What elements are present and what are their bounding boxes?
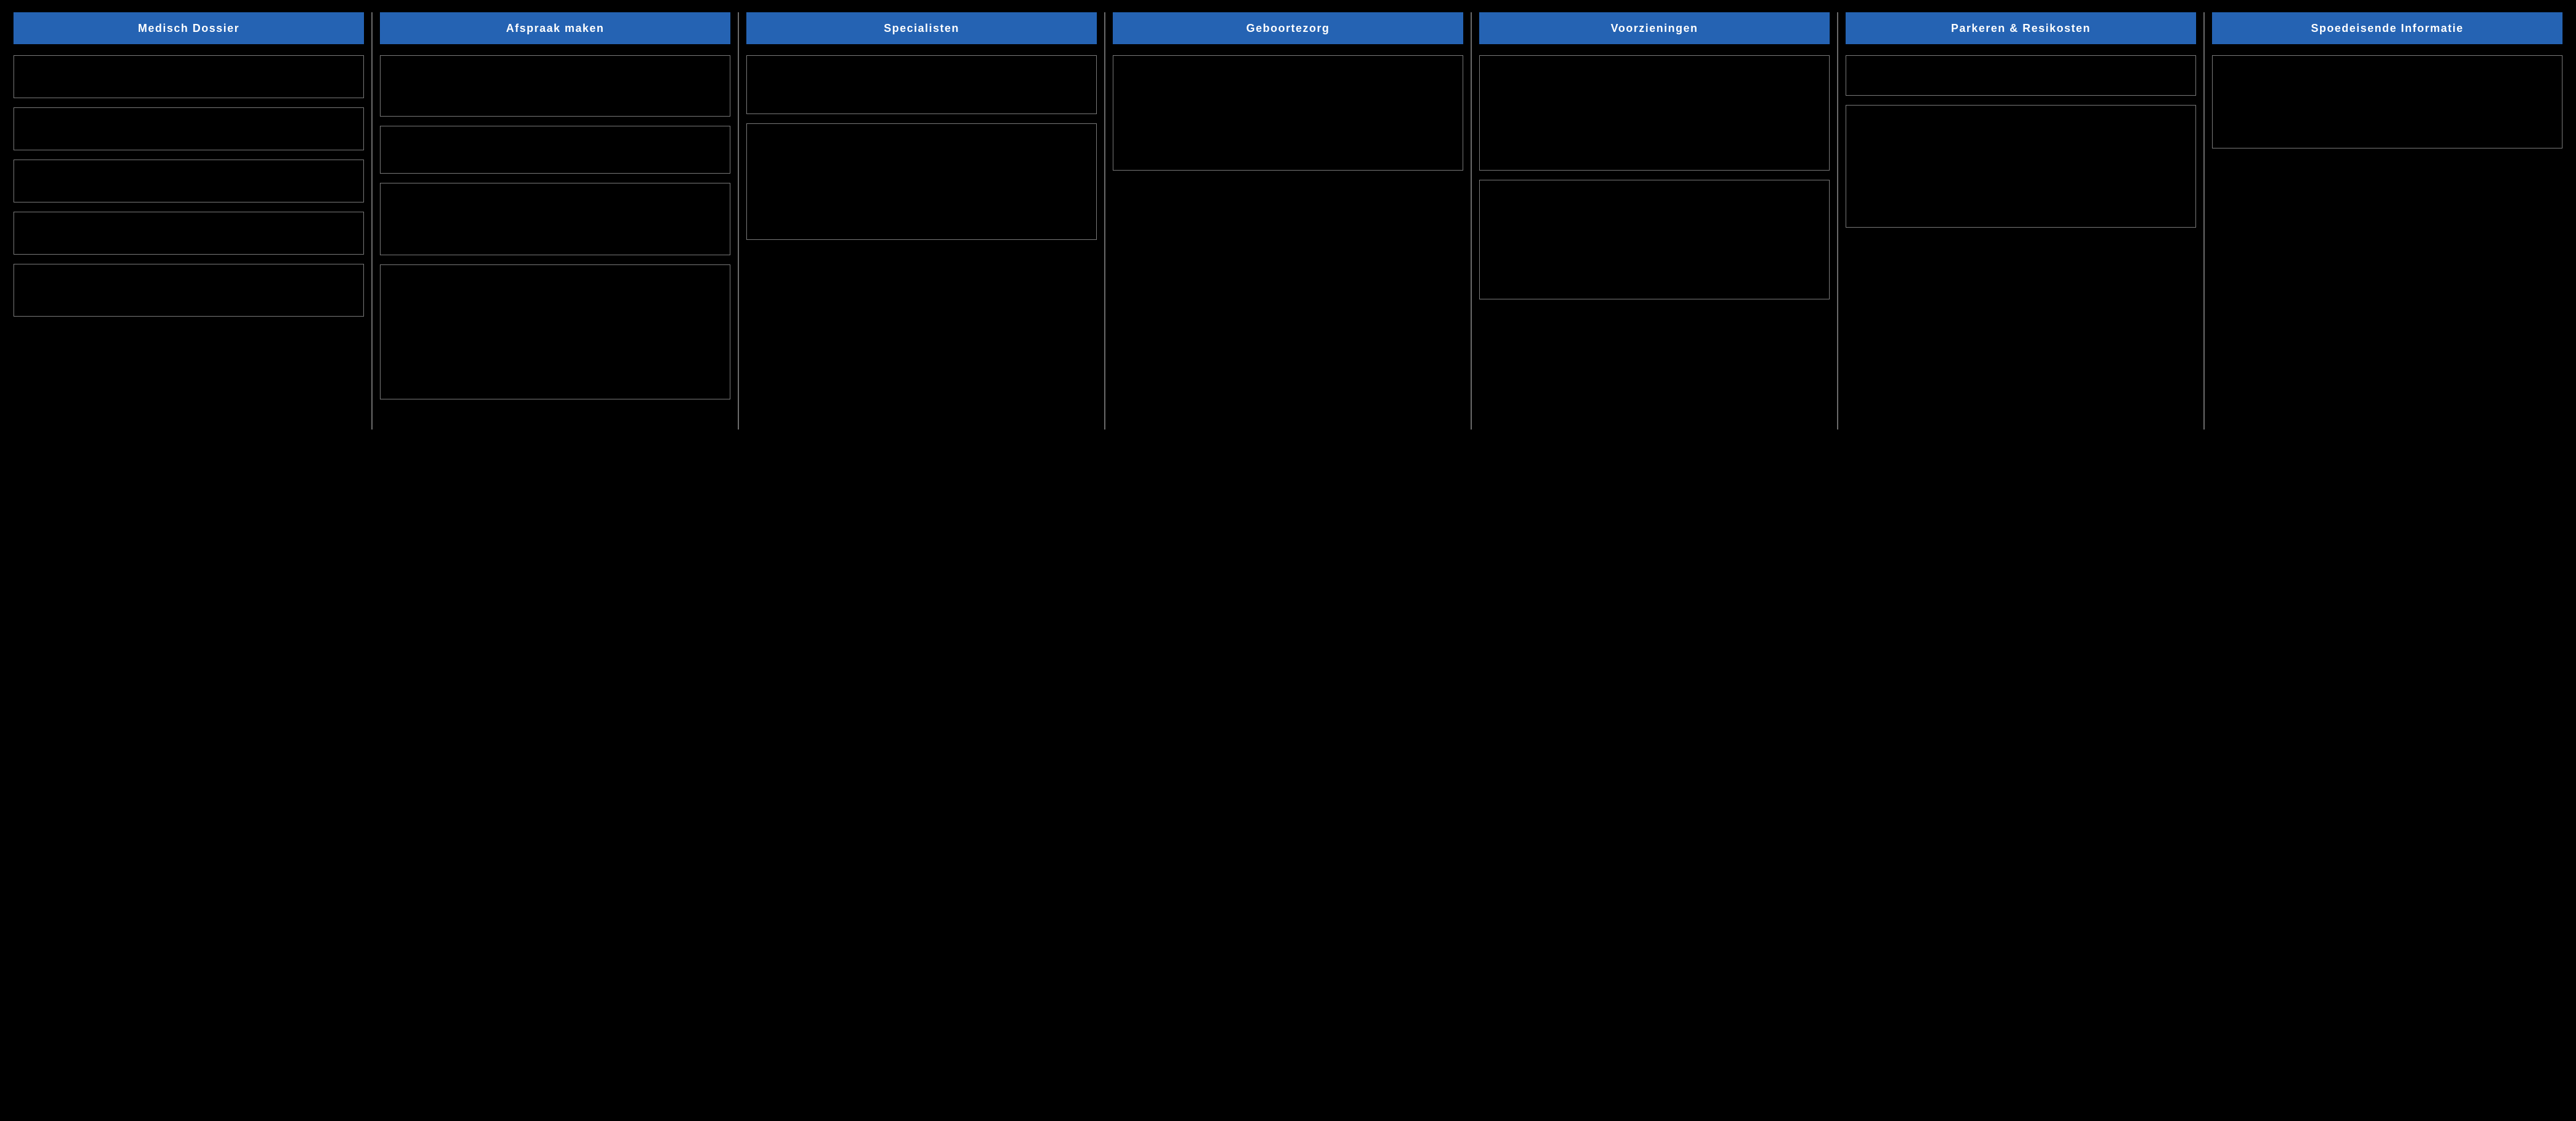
- column-header[interactable]: Medisch Dossier: [14, 12, 364, 44]
- card[interactable]: [380, 264, 730, 399]
- card[interactable]: [14, 212, 364, 255]
- card-list: [746, 55, 1097, 240]
- card-list: [1846, 55, 2196, 228]
- card[interactable]: [1113, 55, 1463, 171]
- column-header[interactable]: Spoedeisende Informatie: [2212, 12, 2562, 44]
- card[interactable]: [14, 160, 364, 202]
- card[interactable]: [1846, 105, 2196, 228]
- card-list: [2212, 55, 2562, 148]
- column: Spoedeisende Informatie: [2205, 12, 2570, 430]
- card[interactable]: [1479, 55, 1830, 171]
- card[interactable]: [1846, 55, 2196, 96]
- card[interactable]: [746, 55, 1097, 114]
- column: Parkeren & Resikosten: [1838, 12, 2205, 430]
- board: Medisch Dossier Afspraak maken Specialiste…: [6, 12, 2570, 430]
- column-header[interactable]: Voorzieningen: [1479, 12, 1830, 44]
- column-header[interactable]: Specialisten: [746, 12, 1097, 44]
- card[interactable]: [2212, 55, 2562, 148]
- column-header[interactable]: Afspraak maken: [380, 12, 730, 44]
- column: Medisch Dossier: [6, 12, 373, 430]
- column: Afspraak maken: [373, 12, 739, 430]
- card[interactable]: [14, 264, 364, 317]
- card-list: [14, 55, 364, 317]
- card[interactable]: [380, 55, 730, 117]
- column: Specialisten: [739, 12, 1105, 430]
- column-header[interactable]: Parkeren & Resikosten: [1846, 12, 2196, 44]
- card[interactable]: [14, 107, 364, 150]
- column: Geboortezorg: [1105, 12, 1472, 430]
- column: Voorzieningen: [1472, 12, 1838, 430]
- card[interactable]: [746, 123, 1097, 240]
- card-list: [1479, 55, 1830, 299]
- card-list: [1113, 55, 1463, 171]
- card[interactable]: [380, 126, 730, 174]
- card[interactable]: [380, 183, 730, 255]
- card-list: [380, 55, 730, 399]
- card[interactable]: [1479, 180, 1830, 299]
- card[interactable]: [14, 55, 364, 98]
- column-header[interactable]: Geboortezorg: [1113, 12, 1463, 44]
